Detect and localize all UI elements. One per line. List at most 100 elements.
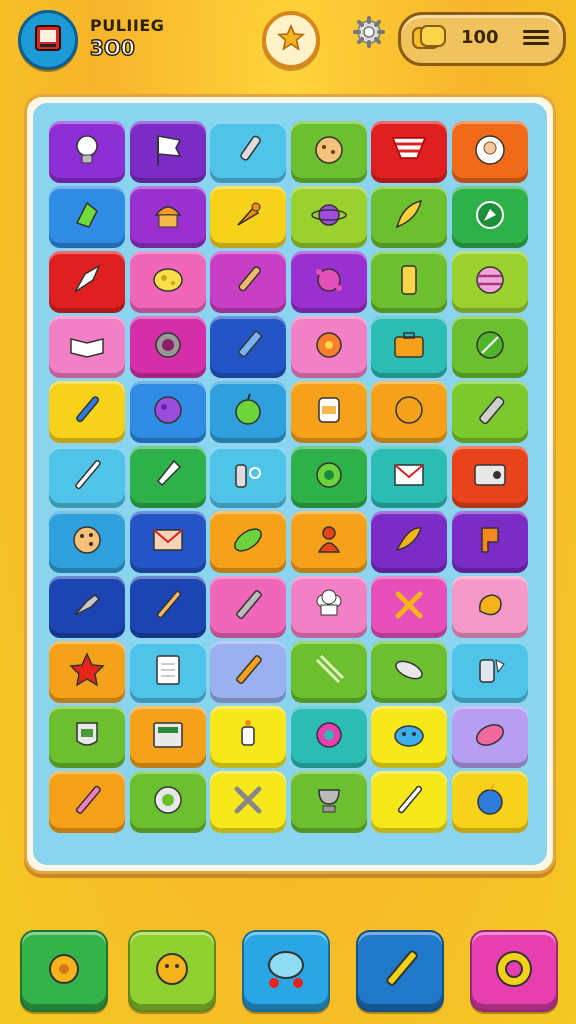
tile[interactable] xyxy=(290,316,367,378)
tile[interactable] xyxy=(49,446,125,508)
tile[interactable] xyxy=(210,316,286,378)
tile[interactable] xyxy=(210,771,286,833)
tile[interactable] xyxy=(210,576,286,638)
powerup-button[interactable] xyxy=(470,930,558,1012)
tile[interactable] xyxy=(451,511,528,573)
tile[interactable] xyxy=(290,186,367,248)
star-badge-button[interactable] xyxy=(262,11,320,69)
tile[interactable] xyxy=(451,641,528,703)
trophy-bowl-icon xyxy=(309,780,349,824)
tile[interactable] xyxy=(129,511,206,573)
tile[interactable] xyxy=(210,641,286,703)
lime-icon xyxy=(228,390,268,434)
cross-tools-icon xyxy=(389,585,429,629)
tile[interactable] xyxy=(129,121,206,183)
tile[interactable] xyxy=(371,251,447,313)
tile[interactable] xyxy=(451,771,528,833)
sun-face-icon xyxy=(146,943,198,999)
tile[interactable] xyxy=(451,121,528,183)
tile[interactable] xyxy=(210,251,286,313)
leaf-icon xyxy=(470,325,510,369)
tile[interactable] xyxy=(129,251,206,313)
bubble-cherries-icon xyxy=(260,943,312,999)
pawn-icon xyxy=(309,520,349,564)
tile[interactable] xyxy=(49,186,125,248)
striped-ball-icon xyxy=(470,260,510,304)
tile[interactable] xyxy=(371,121,447,183)
settings-button[interactable] xyxy=(352,15,386,53)
tile[interactable] xyxy=(129,316,206,378)
tile[interactable] xyxy=(371,576,447,638)
tile[interactable] xyxy=(290,251,367,313)
pickle-icon xyxy=(228,520,268,564)
shield-jar-icon xyxy=(67,715,107,759)
tile[interactable] xyxy=(290,771,367,833)
tile[interactable] xyxy=(129,576,206,638)
tile[interactable] xyxy=(210,121,286,183)
cupcake-icon xyxy=(148,195,188,239)
tile[interactable] xyxy=(129,641,206,703)
tile[interactable] xyxy=(290,121,367,183)
tile[interactable] xyxy=(290,706,367,768)
lightbulb-icon xyxy=(67,130,107,174)
tile[interactable] xyxy=(210,511,286,573)
tile[interactable] xyxy=(49,771,125,833)
tile[interactable] xyxy=(129,186,206,248)
key-icon xyxy=(228,455,268,499)
choc-cookie-icon xyxy=(67,520,107,564)
tile[interactable] xyxy=(210,446,286,508)
tile[interactable] xyxy=(371,641,447,703)
tile[interactable] xyxy=(129,706,206,768)
tile[interactable] xyxy=(49,121,125,183)
tile[interactable] xyxy=(371,381,447,443)
tile[interactable] xyxy=(451,446,528,508)
powerup-button[interactable] xyxy=(356,930,444,1012)
tile[interactable] xyxy=(129,381,206,443)
tile[interactable] xyxy=(49,576,125,638)
dagger-icon xyxy=(389,780,429,824)
tile[interactable] xyxy=(290,511,367,573)
tile[interactable] xyxy=(371,771,447,833)
avatar[interactable] xyxy=(18,10,78,70)
tile[interactable] xyxy=(451,316,528,378)
tile[interactable] xyxy=(49,706,125,768)
tile[interactable] xyxy=(210,381,286,443)
tile[interactable] xyxy=(290,641,367,703)
menu-icon xyxy=(523,30,549,33)
red-star-icon xyxy=(67,650,107,694)
powerup-button[interactable] xyxy=(20,930,108,1012)
tile[interactable] xyxy=(451,381,528,443)
shovel-icon xyxy=(148,455,188,499)
settings-gear-icon xyxy=(352,15,386,53)
powerup-button[interactable] xyxy=(128,930,216,1012)
register-icon xyxy=(148,715,188,759)
tile[interactable] xyxy=(451,186,528,248)
tile-grid xyxy=(33,103,547,865)
tile[interactable] xyxy=(451,251,528,313)
tile[interactable] xyxy=(210,186,286,248)
menu-button[interactable] xyxy=(523,27,549,49)
tile[interactable] xyxy=(371,186,447,248)
tile[interactable] xyxy=(210,706,286,768)
tile[interactable] xyxy=(129,771,206,833)
tile[interactable] xyxy=(371,316,447,378)
tile[interactable] xyxy=(371,446,447,508)
tile[interactable] xyxy=(290,576,367,638)
tile[interactable] xyxy=(49,381,125,443)
tile[interactable] xyxy=(129,446,206,508)
tile[interactable] xyxy=(290,381,367,443)
tile[interactable] xyxy=(49,316,125,378)
radio-icon xyxy=(470,455,510,499)
tile[interactable] xyxy=(49,641,125,703)
coin-stack-icon xyxy=(409,23,449,57)
blue-berry-icon xyxy=(470,780,510,824)
tile[interactable] xyxy=(49,251,125,313)
tile[interactable] xyxy=(451,576,528,638)
tile[interactable] xyxy=(371,511,447,573)
tile[interactable] xyxy=(290,446,367,508)
tile[interactable] xyxy=(451,706,528,768)
tile[interactable] xyxy=(371,706,447,768)
sprout-icon xyxy=(389,520,429,564)
powerup-button[interactable] xyxy=(242,930,330,1012)
tile[interactable] xyxy=(49,511,125,573)
